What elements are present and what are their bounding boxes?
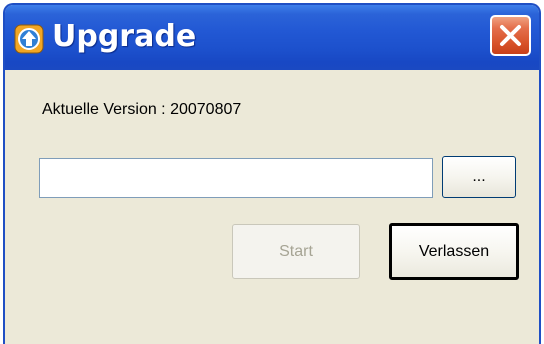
upgrade-dialog: Upgrade Aktuelle Version : 20070807 ... … (3, 3, 541, 344)
close-icon (500, 25, 521, 46)
exit-button[interactable]: Verlassen (389, 223, 519, 280)
title-bar[interactable]: Upgrade (5, 5, 539, 70)
start-button[interactable]: Start (232, 224, 360, 279)
window-title: Upgrade (52, 19, 197, 54)
dialog-body: Aktuelle Version : 20070807 ... Start Ve… (5, 70, 539, 344)
current-version-label: Aktuelle Version : 20070807 (42, 101, 242, 118)
file-path-input[interactable] (39, 158, 433, 198)
close-button[interactable] (490, 15, 531, 56)
browse-button[interactable]: ... (442, 156, 516, 198)
upgrade-arrow-icon (14, 24, 44, 54)
